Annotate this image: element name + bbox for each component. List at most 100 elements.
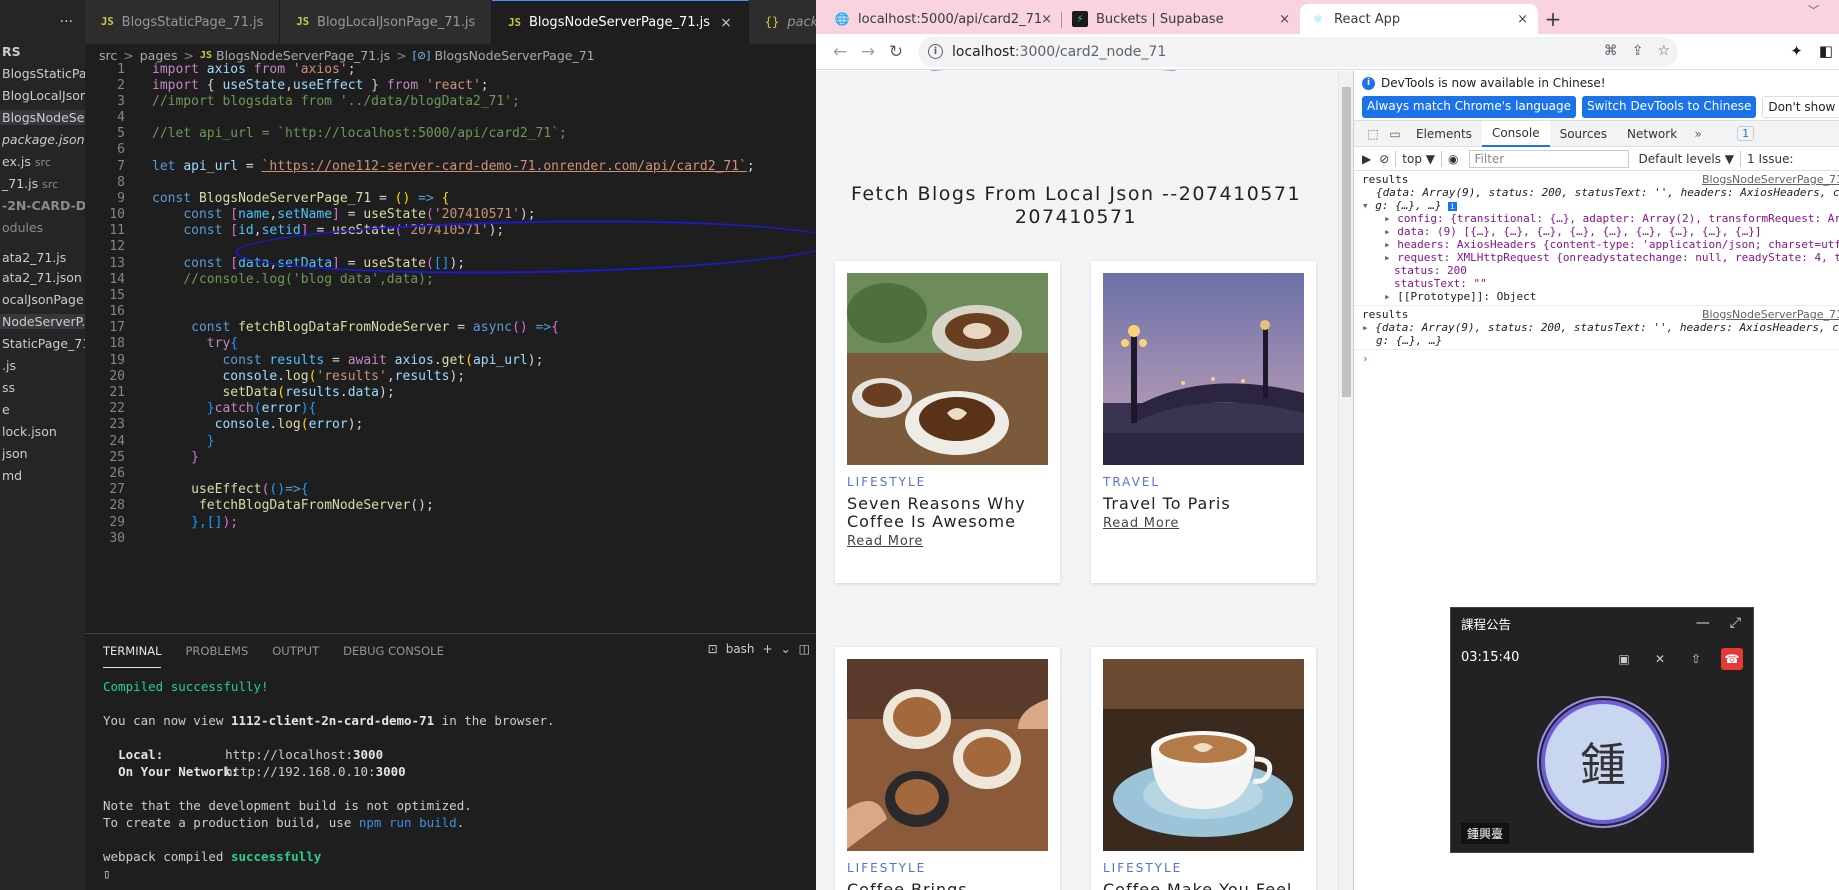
console-source-link[interactable]: BlogsNodeServerPage_71. bbox=[1702, 173, 1839, 186]
explorer-more-button[interactable]: ··· bbox=[0, 0, 85, 44]
messages-badge[interactable]: 1 bbox=[1737, 126, 1755, 141]
share-icon[interactable]: ⇪ bbox=[1632, 43, 1644, 59]
more-tabs-icon[interactable]: » bbox=[1687, 127, 1709, 141]
explorer-item[interactable]: ocalJsonPage... bbox=[0, 292, 85, 307]
camera-off-icon[interactable]: ▣ bbox=[1613, 648, 1635, 670]
explorer-item[interactable]: json bbox=[0, 446, 28, 461]
minimize-icon[interactable]: — bbox=[1696, 615, 1710, 631]
console-object-summary[interactable]: g: {…}, …} bbox=[1376, 334, 1839, 347]
scrollbar-thumb[interactable] bbox=[1342, 87, 1351, 397]
info-icon[interactable]: i bbox=[928, 44, 943, 59]
explorer-item[interactable]: odules bbox=[0, 220, 43, 235]
issues-button[interactable]: 1 Issue: bbox=[1747, 152, 1794, 166]
console-prop-headers[interactable]: ▸ headers: AxiosHeaders {content-type: '… bbox=[1384, 238, 1839, 251]
chevron-down-icon[interactable]: ﹀ bbox=[1808, 2, 1819, 18]
new-terminal-button[interactable]: + bbox=[763, 642, 773, 656]
tab-output[interactable]: OUTPUT bbox=[272, 634, 319, 668]
explorer-item[interactable]: NodeServerP... bbox=[0, 314, 85, 329]
console-prop-request[interactable]: ▸ request: XMLHttpRequest {onreadystatec… bbox=[1384, 251, 1839, 264]
back-arrow-icon[interactable]: ← bbox=[826, 42, 854, 62]
terminal-line: webpack compiled successfully bbox=[103, 849, 322, 864]
explorer-item[interactable]: ata2_71.js bbox=[0, 250, 66, 265]
explorer-item[interactable]: StaticPage_71... bbox=[0, 336, 85, 351]
inspect-element-icon[interactable]: ⬚ bbox=[1362, 127, 1384, 141]
translate-icon[interactable]: ⌘ bbox=[1604, 43, 1618, 59]
tab-terminal[interactable]: TERMINAL bbox=[103, 634, 162, 668]
explorer-item[interactable]: .js bbox=[0, 358, 16, 373]
mic-muted-icon[interactable]: ✕ bbox=[1649, 648, 1671, 670]
close-icon[interactable]: × bbox=[1517, 12, 1528, 27]
browser-tab-strip: 🌐 localhost:5000/api/card2_71 × ⚡ Bucket… bbox=[816, 0, 1839, 34]
explorer-item[interactable]: lock.json bbox=[0, 424, 57, 439]
console-prop-prototype[interactable]: ▸ [[Prototype]]: Object bbox=[1384, 290, 1839, 303]
device-toolbar-icon[interactable]: ▭ bbox=[1384, 127, 1406, 141]
explorer-item[interactable]: md bbox=[0, 468, 22, 483]
console-object-summary[interactable]: {data: Array(9), status: 200, statusText… bbox=[1376, 186, 1839, 199]
close-icon[interactable]: × bbox=[1041, 12, 1052, 27]
log-levels-select[interactable]: Default levels ▼ bbox=[1639, 152, 1735, 166]
explorer-item[interactable]: _71.js src bbox=[0, 176, 58, 191]
explorer-item[interactable]: ex.js src bbox=[0, 154, 51, 169]
browser-tab-supabase[interactable]: ⚡ Buckets | Supabase × bbox=[1062, 4, 1300, 34]
browser-tab-api[interactable]: 🌐 localhost:5000/api/card2_71 × bbox=[824, 4, 1062, 34]
read-more-link[interactable]: Read More bbox=[1103, 516, 1179, 531]
tab-blogs-static-page[interactable]: JS BlogsStaticPage_71.js bbox=[85, 0, 281, 44]
side-panel-icon[interactable]: ◧ bbox=[1819, 42, 1833, 60]
switch-language-button[interactable]: Switch DevTools to Chinese bbox=[1581, 96, 1757, 118]
browser-tab-react-app[interactable]: ⚛ React App × bbox=[1300, 4, 1538, 34]
blog-card: LIFESTYLE Coffee Brings bbox=[835, 647, 1060, 890]
sidebar-toggle-icon[interactable]: ▶ bbox=[1362, 152, 1371, 166]
expand-icon[interactable]: ⤢ bbox=[1730, 615, 1741, 631]
terminal-output[interactable]: Compiled successfully! You can now view … bbox=[103, 678, 555, 882]
terminal-line: Note that the development build is not o… bbox=[103, 798, 472, 813]
console-output[interactable]: results BlogsNodeServerPage_71. {data: Ar… bbox=[1354, 173, 1839, 365]
hang-up-icon[interactable]: ☎ bbox=[1721, 648, 1743, 670]
tab-console[interactable]: Console bbox=[1481, 120, 1550, 147]
read-more-link[interactable]: Read More bbox=[847, 534, 923, 549]
page-scrollbar[interactable] bbox=[1338, 71, 1353, 890]
tab-network[interactable]: Network bbox=[1617, 121, 1687, 147]
context-select[interactable]: top ▼ bbox=[1402, 152, 1435, 166]
split-terminal-icon[interactable]: ◫ bbox=[799, 642, 810, 656]
terminal-line: To create a production build, use npm ru… bbox=[103, 815, 465, 830]
eye-icon[interactable]: ◉ bbox=[1448, 152, 1458, 166]
explorer-item[interactable]: RS bbox=[0, 44, 21, 59]
console-prop-config[interactable]: ▸ config: {transitional: {…}, adapter: A… bbox=[1384, 212, 1839, 225]
tab-package-json[interactable]: {}package.json bbox=[748, 0, 816, 44]
console-prop-data[interactable]: ▸ data: (9) [{…}, {…}, {…}, {…}, {…}, {…… bbox=[1384, 225, 1839, 238]
explorer-item[interactable]: BlogsNodeServe... bbox=[0, 110, 85, 125]
tab-problems[interactable]: PROBLEMS bbox=[185, 634, 248, 668]
terminal-shell-label[interactable]: bash bbox=[726, 642, 755, 656]
extensions-puzzle-icon[interactable]: ✦ bbox=[1790, 42, 1803, 60]
tab-sources[interactable]: Sources bbox=[1550, 121, 1617, 147]
dont-show-again-button[interactable]: Don't show again bbox=[1762, 96, 1839, 118]
close-icon[interactable]: × bbox=[720, 15, 732, 31]
explorer-item[interactable]: package.json bbox=[0, 132, 85, 147]
tab-debug-console[interactable]: DEBUG CONSOLE bbox=[343, 634, 444, 668]
explorer-item[interactable]: -2N-CARD-DE... bbox=[0, 198, 85, 213]
bookmark-star-icon[interactable]: ☆ bbox=[1657, 43, 1670, 59]
tab-elements[interactable]: Elements bbox=[1406, 121, 1482, 147]
console-source-link[interactable]: BlogsNodeServerPage_71. bbox=[1702, 308, 1839, 321]
tab-blogs-node-server-page[interactable]: JS BlogsNodeServerPage_71.js × bbox=[492, 0, 749, 44]
code-editor[interactable]: 1 import axios from 'axios'; 2 import { us… bbox=[85, 60, 816, 633]
explorer-item[interactable]: BlogsStaticPage_... bbox=[0, 66, 85, 81]
share-screen-icon[interactable]: ⇧ bbox=[1685, 648, 1707, 670]
new-tab-button[interactable]: + bbox=[1538, 4, 1568, 34]
console-filter-input[interactable]: Filter bbox=[1468, 149, 1629, 168]
close-icon[interactable]: × bbox=[1279, 12, 1290, 27]
chevron-down-icon[interactable]: ⌄ bbox=[781, 642, 791, 656]
explorer-item[interactable]: ata2_71.json bbox=[0, 270, 82, 285]
console-object-summary[interactable]: ▾ g: {…}, …} i bbox=[1362, 199, 1839, 212]
reload-icon[interactable]: ↻ bbox=[882, 42, 910, 62]
console-object-summary[interactable]: ▸ {data: Array(9), status: 200, statusTe… bbox=[1362, 321, 1839, 334]
console-prompt[interactable]: › bbox=[1362, 352, 1839, 365]
forward-arrow-icon[interactable]: → bbox=[854, 42, 882, 62]
explorer-item[interactable]: BlogLocalJsonPa... bbox=[0, 88, 85, 103]
address-bar[interactable]: i localhost:3000/card2_node_71 ⌘ ⇪ ☆ bbox=[918, 36, 1678, 67]
match-language-button[interactable]: Always match Chrome's language bbox=[1362, 96, 1576, 118]
explorer-item[interactable]: e bbox=[0, 402, 10, 417]
tab-blog-local-json-page[interactable]: JS BlogLocalJsonPage_71.js bbox=[280, 0, 493, 44]
clear-console-icon[interactable]: ⊘ bbox=[1379, 152, 1389, 166]
explorer-item[interactable]: ss bbox=[0, 380, 15, 395]
